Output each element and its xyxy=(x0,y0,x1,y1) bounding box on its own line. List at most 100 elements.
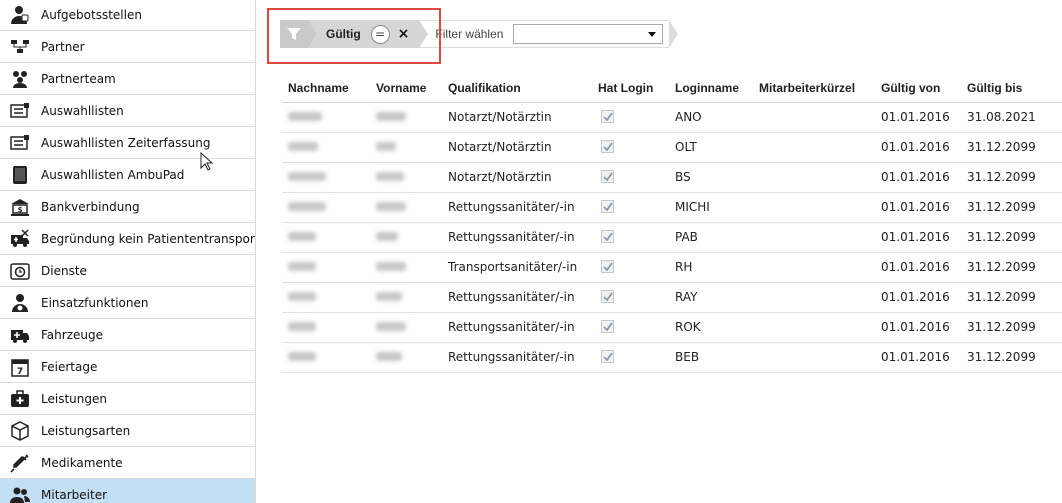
redacted-text xyxy=(376,232,398,241)
ambulance-icon xyxy=(9,324,31,346)
sidebar-item-partner[interactable]: Partner xyxy=(0,31,255,63)
calendar-icon: 7 xyxy=(9,356,31,378)
cell-vorname xyxy=(370,312,442,343)
table-row[interactable]: Notarzt/Notärztin OLT 01.01.2016 31.12.2099 xyxy=(282,132,1062,163)
hat-login-checkbox[interactable] xyxy=(601,350,614,363)
column-header-gueltig-von[interactable]: Gültig von xyxy=(875,74,961,103)
cell-nachname xyxy=(282,342,370,373)
sidebar-item-partnerteam[interactable]: Partnerteam xyxy=(0,63,255,95)
sidebar-item-bankverbindung[interactable]: $ Bankverbindung xyxy=(0,191,255,223)
hat-login-checkbox[interactable] xyxy=(601,230,614,243)
redacted-text xyxy=(288,262,316,271)
cell-loginname: BS xyxy=(669,162,753,193)
sidebar-item-begruendung-kein-patiententransport[interactable]: Begründung kein Patiententranspor xyxy=(0,223,255,255)
column-header-nachname[interactable]: Nachname xyxy=(282,74,370,103)
sidebar-item-label: Fahrzeuge xyxy=(41,327,103,342)
sidebar: Aufgebotsstellen Partner Partnerteam Aus… xyxy=(0,0,256,503)
cell-gueltig-bis: 31.08.2021 xyxy=(961,102,1062,133)
cell-mitarbeiterkuerzel xyxy=(753,132,875,163)
table-row[interactable]: Rettungssanitäter/-in BEB 01.01.2016 31.12.… xyxy=(282,342,1062,373)
sidebar-item-medikamente[interactable]: Medikamente xyxy=(0,447,255,479)
list-icon xyxy=(9,100,31,122)
sidebar-item-leistungsarten[interactable]: Leistungsarten xyxy=(0,415,255,447)
column-header-loginname[interactable]: Loginname xyxy=(669,74,753,103)
redacted-text xyxy=(288,292,316,301)
sidebar-item-einsatzfunktionen[interactable]: Einsatzfunktionen xyxy=(0,287,255,319)
checkmark-icon xyxy=(602,112,613,121)
cell-gueltig-bis: 31.12.2099 xyxy=(961,282,1062,313)
table-row[interactable]: Rettungssanitäter/-in ROK 01.01.2016 31.12.… xyxy=(282,312,1062,343)
cell-gueltig-bis: 31.12.2099 xyxy=(961,222,1062,253)
cell-gueltig-von: 01.01.2016 xyxy=(875,162,961,193)
cell-nachname xyxy=(282,252,370,283)
sidebar-item-label: Leistungsarten xyxy=(41,423,131,438)
checkmark-icon xyxy=(602,352,613,361)
sidebar-item-label: Auswahllisten xyxy=(41,103,124,118)
cell-qualifikation: Transportsanitäter/-in xyxy=(442,252,592,283)
filter-remove-button[interactable]: × xyxy=(398,26,410,42)
cell-qualifikation: Notarzt/Notärztin xyxy=(442,162,592,193)
sidebar-item-auswahllisten-zeiterfassung[interactable]: Auswahllisten Zeiterfassung xyxy=(0,127,255,159)
cell-qualifikation: Rettungssanitäter/-in xyxy=(442,192,592,223)
cell-loginname: PAB xyxy=(669,222,753,253)
table-row[interactable]: Rettungssanitäter/-in RAY 01.01.2016 31.12.… xyxy=(282,282,1062,313)
table-header-row: Nachname Vorname Qualifikation Hat Login… xyxy=(282,74,1062,103)
sidebar-item-leistungen[interactable]: Leistungen xyxy=(0,383,255,415)
redacted-text xyxy=(376,322,406,331)
sidebar-item-aufgebotsstellen[interactable]: Aufgebotsstellen xyxy=(0,0,255,31)
sidebar-item-label: Leistungen xyxy=(41,391,107,406)
table-row[interactable]: Notarzt/Notärztin ANO 01.01.2016 31.08.2021 xyxy=(282,102,1062,133)
column-header-hat-login[interactable]: Hat Login xyxy=(592,74,669,103)
filter-bar: Gültig = × Filter wählen xyxy=(280,20,679,48)
sidebar-item-fahrzeuge[interactable]: Fahrzeuge xyxy=(0,319,255,351)
medical-kit-icon xyxy=(9,388,31,410)
table-row[interactable]: Rettungssanitäter/-in PAB 01.01.2016 31.12.… xyxy=(282,222,1062,253)
filter-chip-gueltig[interactable]: Gültig = × xyxy=(308,20,429,48)
column-header-qualifikation[interactable]: Qualifikation xyxy=(442,74,592,103)
sidebar-item-auswahllisten[interactable]: Auswahllisten xyxy=(0,95,255,127)
table-row[interactable]: Transportsanitäter/-in RH 01.01.2016 31.12.… xyxy=(282,252,1062,283)
redacted-text xyxy=(288,202,326,211)
sidebar-item-label: Begründung kein Patiententranspor xyxy=(41,231,255,246)
sidebar-item-dienste[interactable]: Dienste xyxy=(0,255,255,287)
cell-gueltig-bis: 31.12.2099 xyxy=(961,132,1062,163)
sidebar-item-label: Auswahllisten AmbuPad xyxy=(41,167,185,182)
cell-vorname xyxy=(370,192,442,223)
hat-login-checkbox[interactable] xyxy=(601,170,614,183)
column-header-gueltig-bis[interactable]: Gültig bis xyxy=(961,74,1062,103)
column-header-mitarbeiterkuerzel[interactable]: Mitarbeiterkürzel xyxy=(753,74,875,103)
cell-mitarbeiterkuerzel xyxy=(753,222,875,253)
cell-vorname xyxy=(370,222,442,253)
cell-mitarbeiterkuerzel xyxy=(753,342,875,373)
redacted-text xyxy=(288,172,326,181)
hat-login-checkbox[interactable] xyxy=(601,140,614,153)
filter-funnel-button[interactable] xyxy=(280,20,308,48)
cell-loginname: ROK xyxy=(669,312,753,343)
cell-qualifikation: Notarzt/Notärztin xyxy=(442,132,592,163)
column-header-vorname[interactable]: Vorname xyxy=(370,74,442,103)
hat-login-checkbox[interactable] xyxy=(601,320,614,333)
filter-select[interactable] xyxy=(513,24,664,44)
cell-hat-login xyxy=(592,192,669,223)
person-medical-icon xyxy=(9,292,31,314)
sidebar-item-label: Aufgebotsstellen xyxy=(41,8,142,22)
hat-login-checkbox[interactable] xyxy=(601,290,614,303)
cell-loginname: ANO xyxy=(669,102,753,133)
sidebar-item-label: Bankverbindung xyxy=(41,199,140,214)
filter-operator-button[interactable]: = xyxy=(370,24,390,44)
redacted-text xyxy=(288,112,322,121)
table-row[interactable]: Notarzt/Notärztin BS 01.01.2016 31.12.2099 xyxy=(282,162,1062,193)
hat-login-checkbox[interactable] xyxy=(601,260,614,273)
tablet-icon xyxy=(9,164,31,186)
cell-hat-login xyxy=(592,102,669,133)
sidebar-item-feiertage[interactable]: 7 Feiertage xyxy=(0,351,255,383)
table-row[interactable]: Rettungssanitäter/-in MICHI 01.01.2016 31.1… xyxy=(282,192,1062,223)
team-icon xyxy=(9,68,31,90)
hat-login-checkbox[interactable] xyxy=(601,200,614,213)
chevron-down-icon xyxy=(648,32,657,37)
cell-hat-login xyxy=(592,162,669,193)
sidebar-item-auswahllisten-ambupad[interactable]: Auswahllisten AmbuPad xyxy=(0,159,255,191)
svg-text:$: $ xyxy=(18,206,23,214)
hat-login-checkbox[interactable] xyxy=(601,110,614,123)
sidebar-item-mitarbeiter[interactable]: Mitarbeiter xyxy=(0,479,255,503)
